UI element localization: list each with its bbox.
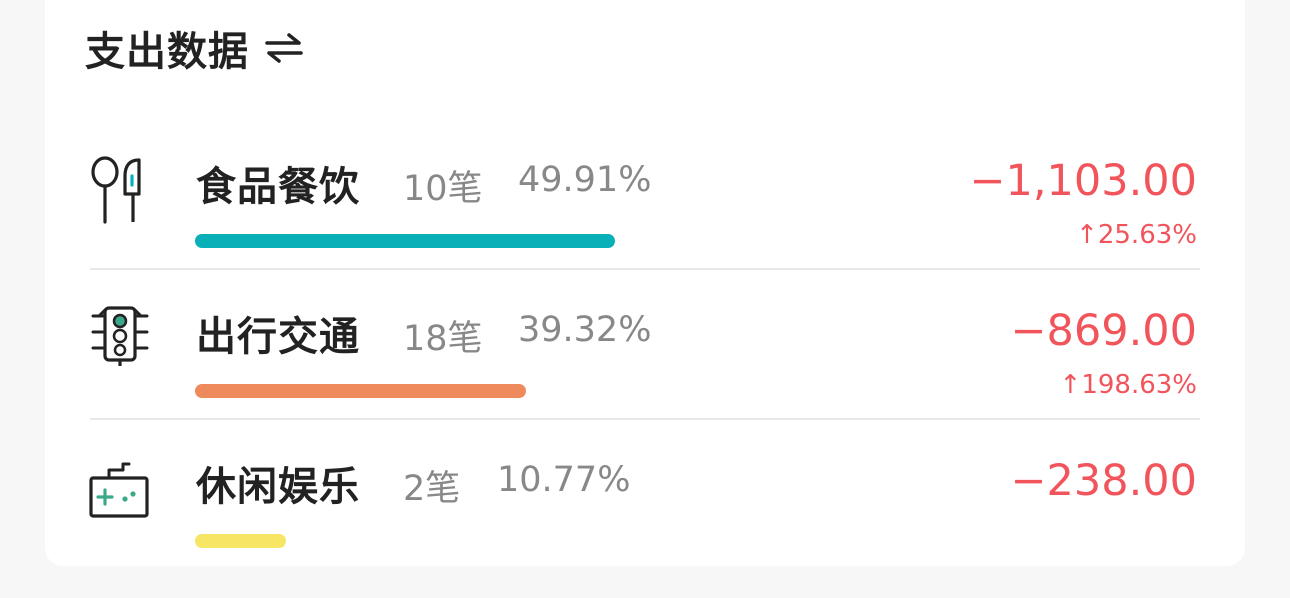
- utensils-icon: [91, 156, 141, 224]
- category-count: 10笔: [403, 169, 483, 209]
- category-name: 食品餐饮: [196, 164, 360, 210]
- category-percent: 10.77%: [497, 460, 631, 500]
- category-count: 18笔: [403, 319, 483, 359]
- share-bar: [195, 234, 615, 248]
- category-amount: −238.00: [1010, 456, 1198, 506]
- category-row-leisure[interactable]: 休闲娱乐 2笔 10.77% −238.00: [45, 448, 1245, 598]
- category-row-transport[interactable]: 出行交通 18笔 39.32% −869.00 ↑198.63%: [45, 298, 1245, 448]
- category-name: 休闲娱乐: [196, 464, 360, 510]
- category-row-food[interactable]: 食品餐饮 10笔 49.91% −1,103.00 ↑25.63%: [45, 148, 1245, 298]
- expense-header: 支出数据: [85, 20, 305, 76]
- category-change: ↑25.63%: [1076, 220, 1197, 250]
- traffic-light-icon: [91, 306, 149, 366]
- swap-arrows-icon[interactable]: [263, 31, 305, 65]
- category-amount: −869.00: [1010, 306, 1198, 356]
- category-count: 2笔: [403, 469, 461, 509]
- share-bar: [195, 534, 286, 548]
- gamepad-icon: [89, 462, 149, 518]
- category-name: 出行交通: [196, 314, 360, 360]
- expense-title: 支出数据: [85, 29, 249, 75]
- share-bar: [195, 384, 526, 398]
- category-change: ↑198.63%: [1059, 370, 1197, 400]
- category-percent: 39.32%: [518, 310, 652, 350]
- row-divider: [90, 268, 1200, 270]
- category-amount: −1,103.00: [969, 156, 1197, 206]
- category-percent: 49.91%: [518, 160, 652, 200]
- row-divider: [90, 418, 1200, 420]
